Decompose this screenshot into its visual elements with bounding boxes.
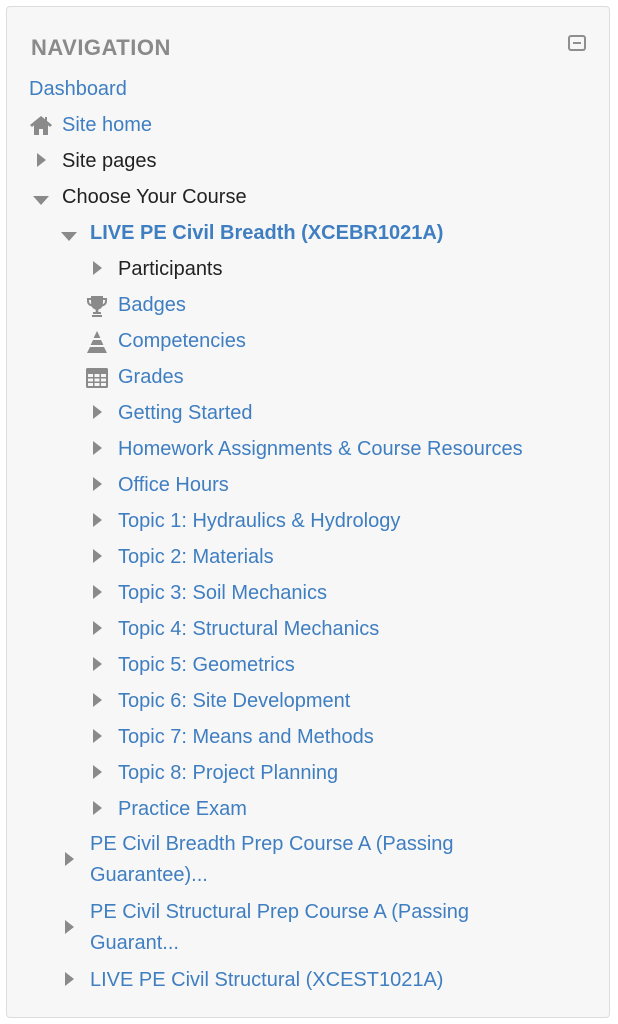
nav-participants[interactable]: Participants <box>118 254 223 284</box>
nav-course-item[interactable]: PE Civil Structural Prep Course A (Passi… <box>90 897 530 959</box>
nav-course-item[interactable]: PE Civil Breadth Prep Course A (Passing … <box>90 829 530 891</box>
expand-icon[interactable] <box>93 693 102 707</box>
nav-current-course[interactable]: LIVE PE Civil Breadth (XCEBR1021A) <box>90 218 443 248</box>
home-icon <box>30 116 52 135</box>
nav-section-item[interactable]: Topic 1: Hydraulics & Hydrology <box>118 506 400 536</box>
nav-badges[interactable]: Badges <box>118 290 186 320</box>
nav-competencies[interactable]: Competencies <box>118 326 246 356</box>
nav-site-pages[interactable]: Site pages <box>62 146 157 176</box>
expand-icon[interactable] <box>37 153 46 167</box>
nav-choose-course[interactable]: Choose Your Course <box>62 182 247 212</box>
expand-icon[interactable] <box>93 585 102 599</box>
expand-icon[interactable] <box>93 405 102 419</box>
expand-icon[interactable] <box>93 441 102 455</box>
nav-section-item[interactable]: Topic 7: Means and Methods <box>118 722 374 752</box>
collapse-tree-icon[interactable] <box>61 232 77 241</box>
expand-icon[interactable] <box>93 621 102 635</box>
navigation-block: NAVIGATION Dashboard Site home Site page… <box>6 6 610 1018</box>
nav-section-item[interactable]: Topic 5: Geometrics <box>118 650 295 680</box>
expand-icon[interactable] <box>93 513 102 527</box>
expand-icon[interactable] <box>93 657 102 671</box>
nav-section-item[interactable]: Topic 2: Materials <box>118 542 274 572</box>
nav-section-item[interactable]: Topic 3: Soil Mechanics <box>118 578 327 608</box>
expand-icon[interactable] <box>65 852 74 866</box>
expand-icon[interactable] <box>93 729 102 743</box>
trophy-icon <box>87 296 107 317</box>
expand-icon[interactable] <box>93 549 102 563</box>
nav-section-item[interactable]: Topic 8: Project Planning <box>118 758 338 788</box>
expand-icon[interactable] <box>93 477 102 491</box>
nav-section-item[interactable]: Getting Started <box>118 398 253 428</box>
nav-site-home[interactable]: Site home <box>62 110 152 140</box>
pyramid-icon <box>87 331 107 353</box>
collapse-tree-icon[interactable] <box>33 196 49 205</box>
table-icon <box>86 368 108 388</box>
nav-section-item[interactable]: Topic 6: Site Development <box>118 686 350 716</box>
nav-section-item[interactable]: Homework Assignments & Course Resources <box>118 434 523 464</box>
collapse-icon[interactable] <box>568 35 586 51</box>
nav-section-item[interactable]: Office Hours <box>118 470 229 500</box>
expand-icon[interactable] <box>93 801 102 815</box>
nav-grades[interactable]: Grades <box>118 362 184 392</box>
expand-icon[interactable] <box>93 765 102 779</box>
expand-icon[interactable] <box>93 261 102 275</box>
nav-course-item[interactable]: LIVE PE Civil Structural (XCEST1021A) <box>90 965 443 995</box>
nav-dashboard[interactable]: Dashboard <box>29 74 127 104</box>
nav-section-item[interactable]: Topic 4: Structural Mechanics <box>118 614 379 644</box>
expand-icon[interactable] <box>65 972 74 986</box>
nav-section-item[interactable]: Practice Exam <box>118 794 247 824</box>
expand-icon[interactable] <box>65 920 74 934</box>
block-title: NAVIGATION <box>31 35 171 60</box>
